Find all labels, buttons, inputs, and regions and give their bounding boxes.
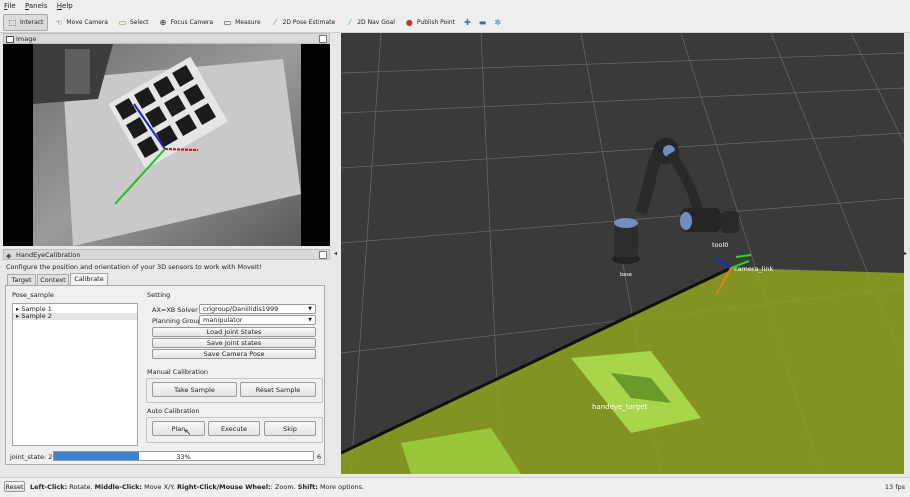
solver-select[interactable]: crigroup/Daniilidis1999 ▼ [199,304,316,314]
manual-calibration-label: Manual Calibration [147,368,209,376]
list-item[interactable]: ▸ Sample 2 [13,313,137,320]
chevron-down-icon: ▼ [308,317,312,323]
measure-icon: ▭ [223,18,232,27]
tab-calibrate[interactable]: Calibrate [70,273,108,285]
progress-text: 33% [176,453,191,461]
reset-sample-button[interactable]: Reset Sample [240,382,316,397]
pose-estimate-icon: ⁄ [274,18,276,27]
menu-file[interactable]: File [0,0,19,10]
save-camera-pose-button[interactable]: Save Camera Pose [152,349,316,359]
add-tool-button[interactable]: ✚ [461,15,474,30]
mouse-cursor-icon: ↖ [184,428,192,438]
save-joint-states-button[interactable]: Save Joint states [152,338,316,348]
tool-interact[interactable]: ⬚ Interact [3,14,49,31]
remove-tool-button[interactable]: ▬ [476,15,490,30]
select-icon: ▭ [118,18,127,27]
image-panel-title: Image [3,33,330,44]
tool-2d-pose-estimate[interactable]: ⁄ 2D Pose Estimate [267,15,340,30]
nav-goal-icon: ⁄ [349,18,351,27]
plus-icon: ✚ [464,18,471,27]
pose-sample-list[interactable]: ▸ Sample 1 ▸ Sample 2 [12,303,138,446]
menu-help[interactable]: Help [53,0,76,10]
tool-focus-camera[interactable]: ⊕ Focus Camera [154,15,217,30]
tool-select[interactable]: ▭ Select [114,15,153,30]
status-bar: Reset Left-Click: Rotate. Middle-Click: … [0,477,910,497]
setting-label: Setting [147,291,171,299]
splitter-arrow-icon[interactable]: ▸ [904,250,907,257]
planning-group-label: Planning Group [152,317,202,325]
pose-sample-label: Pose_sample [12,291,54,299]
tool-2d-nav-goal[interactable]: ⁄ 2D Nav Goal [341,15,399,30]
panel-float-button[interactable] [319,35,327,43]
menu-panels[interactable]: Panels [21,0,51,10]
solver-label: AX=XB Solver [152,306,198,314]
camera-link-label: camera_link [734,265,774,273]
load-joint-states-button[interactable]: Load Joint States [152,327,316,337]
camera-image [3,44,330,246]
tool0-label: tool0 [712,241,729,249]
camera-image-svg [33,44,301,246]
joint-state-progress: 33% [53,451,314,461]
gear-icon: ✲ [494,18,502,27]
calib-panel-title: ◆ HandEyeCalibration [3,249,330,260]
3d-viewport[interactable]: tool0 camera_link base handeye_target [341,33,904,474]
panel-icon: ◆ [6,252,12,260]
splitter-arrow-icon[interactable]: ◂ [334,250,337,257]
tool-properties-button[interactable]: ✲ [491,15,504,30]
focus-camera-icon: ⊕ [159,18,167,27]
fps-readout: 13 fps [884,483,905,491]
tool-move-camera[interactable]: ☜ Move Camera [50,15,112,30]
progress-max: 6 [317,453,322,461]
menu-bar: File Panels Help [0,0,910,13]
toolbar: ⬚ Interact ☜ Move Camera ▭ Select ⊕ Focus Ca… [0,13,910,33]
interact-icon: ⬚ [8,18,17,27]
skip-button[interactable]: Skip [264,421,316,436]
execute-button[interactable]: Execute [208,421,260,436]
handeye-target-label: handeye_target [592,403,648,411]
base-label: base [620,272,632,278]
planning-group-select[interactable]: manipulator ▼ [199,315,316,325]
panel-float-button[interactable] [319,251,327,259]
publish-point-icon: ● [405,18,413,27]
status-hint: Left-Click: Rotate. Middle-Click: Move X… [30,483,365,491]
auto-calibration-label: Auto Calibration [147,407,200,415]
tab-target[interactable]: Target [7,274,36,285]
minus-icon: ▬ [478,18,487,27]
panel-icon [6,36,14,43]
tab-context[interactable]: Context [37,274,69,285]
plan-button[interactable]: Plan [152,421,205,436]
chevron-down-icon: ▼ [308,306,312,312]
progress-label: joint_state: 2 [10,453,53,461]
tool-publish-point[interactable]: ● Publish Point [401,15,459,30]
calib-description: Configure the position and orientation o… [6,263,262,271]
tool-measure[interactable]: ▭ Measure [219,15,265,30]
take-sample-button[interactable]: Take Sample [152,382,237,397]
move-camera-icon: ☜ [55,18,63,27]
reset-button[interactable]: Reset [4,481,25,492]
